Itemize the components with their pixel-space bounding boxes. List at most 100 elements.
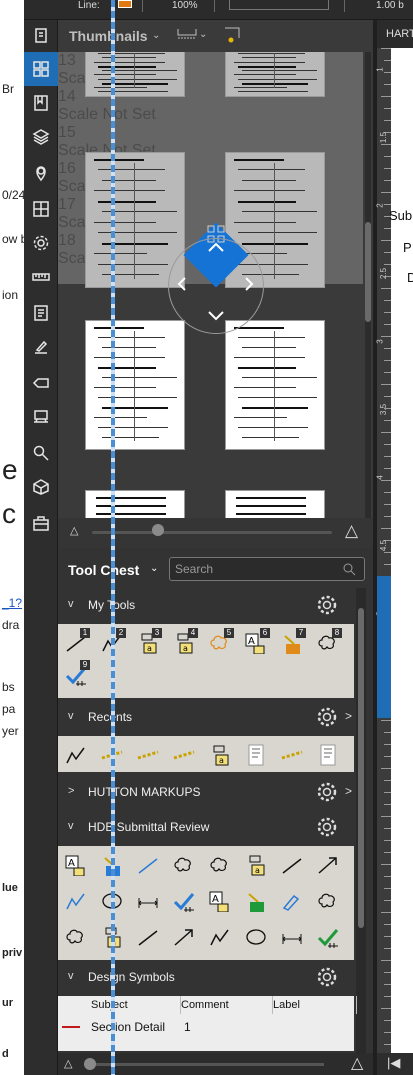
hdb-tool-8[interactable] <box>314 850 342 878</box>
bookmarks-icon[interactable] <box>30 92 52 114</box>
markups-list-icon[interactable] <box>30 302 52 324</box>
3d-shape-icon[interactable] <box>30 476 52 498</box>
chevron-down-icon[interactable]: ⌄ <box>150 563 158 574</box>
large-size-icon[interactable]: △ <box>345 521 358 541</box>
page-size-icon[interactable] <box>177 27 197 41</box>
hdb-tool-9[interactable] <box>62 886 90 914</box>
settings-gear-icon[interactable] <box>30 232 52 254</box>
large-size-icon[interactable]: △ <box>351 1053 363 1073</box>
stamp-icon[interactable] <box>30 406 52 428</box>
recent-tool-8[interactable] <box>314 740 342 768</box>
hdb-tool-24[interactable] <box>314 922 342 950</box>
line-style-select[interactable] <box>229 0 329 10</box>
gear-icon[interactable] <box>316 816 338 838</box>
section-design-symbols[interactable]: v Design Symbols <box>58 962 356 992</box>
table-cell-subject[interactable]: Section Detail <box>91 1018 165 1036</box>
my-tool-3[interactable]: a3 <box>134 628 162 656</box>
small-size-icon[interactable]: △ <box>70 524 78 537</box>
gear-icon[interactable] <box>316 706 338 728</box>
section-recents[interactable]: vRecents> <box>58 702 356 732</box>
my-tool-5[interactable]: 5 <box>206 628 234 656</box>
new-page-icon[interactable] <box>223 26 241 44</box>
measurement-ruler-icon[interactable] <box>30 266 52 288</box>
hdb-tool-7[interactable] <box>278 850 306 878</box>
location-icon[interactable] <box>30 162 52 184</box>
chevron-down-icon[interactable]: v <box>68 598 74 610</box>
thumbnails-scrollbar[interactable] <box>365 52 371 522</box>
tool-chest-title[interactable]: Tool Chest <box>68 562 139 578</box>
document-compare-icon[interactable] <box>30 198 52 220</box>
hdb-tool-17[interactable] <box>62 922 90 950</box>
chevron-down-icon[interactable]: v <box>68 710 74 722</box>
chevron-left-icon[interactable] <box>175 275 189 293</box>
scrollbar-thumb[interactable] <box>358 608 364 928</box>
section-hutton-markups[interactable]: > HUTTON MARKUPS > <box>58 777 356 807</box>
search-icon[interactable] <box>30 442 52 464</box>
recent-tool-5[interactable]: a <box>206 740 234 768</box>
zoom-value[interactable]: 100% <box>172 0 198 12</box>
chevron-down-icon[interactable]: ⌄ <box>152 30 160 41</box>
recent-tool-3[interactable] <box>134 740 162 768</box>
hdb-tool-3[interactable] <box>134 850 162 878</box>
tool-chest-scrollbar[interactable] <box>356 588 366 1054</box>
chevron-down-icon[interactable] <box>206 308 226 322</box>
hdb-tool-11[interactable] <box>134 886 162 914</box>
document-canvas[interactable]: Sub P D <box>389 48 413 1053</box>
recent-tool-7[interactable] <box>278 740 306 768</box>
thumbnail-size-slider[interactable] <box>92 531 332 534</box>
search-icon[interactable] <box>342 562 356 576</box>
hdb-tool-15[interactable] <box>278 886 306 914</box>
hdb-tool-14[interactable] <box>242 886 270 914</box>
column-header[interactable]: Label <box>273 996 357 1014</box>
recent-tool-4[interactable] <box>170 740 198 768</box>
document-tab[interactable]: HART <box>377 20 413 48</box>
gear-icon[interactable] <box>316 781 338 803</box>
hdb-tool-13[interactable]: A <box>206 886 234 914</box>
tool-size-slider[interactable] <box>84 1063 324 1066</box>
section-hdb-submittal-review[interactable]: v HDB Submittal Review <box>58 812 356 842</box>
chevron-right-icon[interactable] <box>242 275 256 293</box>
hdb-tool-16[interactable] <box>314 886 342 914</box>
thumbnails-icon[interactable] <box>24 52 58 86</box>
layers-icon[interactable] <box>30 126 52 148</box>
tool-search-input[interactable] <box>175 561 335 577</box>
my-tool-6[interactable]: A6 <box>242 628 270 656</box>
hdb-tool-1[interactable]: A <box>62 850 90 878</box>
hdb-tool-5[interactable] <box>206 850 234 878</box>
toolbox-icon[interactable] <box>30 512 52 534</box>
clipboard-icon[interactable] <box>30 24 52 46</box>
column-header[interactable]: Comment <box>181 996 273 1014</box>
slider-knob[interactable] <box>152 524 164 536</box>
small-size-icon[interactable]: △ <box>64 1057 72 1070</box>
scrollbar-thumb[interactable] <box>365 222 371 322</box>
recent-tool-6[interactable] <box>242 740 270 768</box>
my-tool-4[interactable]: a4 <box>170 628 198 656</box>
hdb-tool-4[interactable] <box>170 850 198 878</box>
my-tool-8[interactable]: 8 <box>314 628 342 656</box>
section-my-tools[interactable]: v My Tools <box>58 590 356 620</box>
my-tool-7[interactable]: 7 <box>278 628 306 656</box>
hdb-tool-22[interactable] <box>242 922 270 950</box>
hdb-tool-20[interactable] <box>170 922 198 950</box>
chevron-right-icon[interactable]: > <box>345 709 352 723</box>
my-tool-9[interactable]: 9 <box>62 660 90 688</box>
first-page-icon[interactable]: |◀ <box>387 1055 400 1071</box>
chevron-right-icon[interactable]: > <box>345 784 352 798</box>
hdb-tool-21[interactable] <box>206 922 234 950</box>
my-tool-1[interactable]: 1 <box>62 628 90 656</box>
hdb-tool-19[interactable] <box>134 922 162 950</box>
signature-icon[interactable] <box>30 336 52 358</box>
column-header[interactable]: Subject <box>91 996 181 1014</box>
hdb-tool-23[interactable] <box>278 922 306 950</box>
hdb-tool-6[interactable]: a <box>242 850 270 878</box>
table-cell-comment[interactable]: 1 <box>184 1018 191 1036</box>
slider-knob[interactable] <box>84 1058 96 1070</box>
chevron-down-icon[interactable]: ⌄ <box>199 29 207 40</box>
gear-icon[interactable] <box>316 966 338 988</box>
hdb-tool-12[interactable] <box>170 886 198 914</box>
recent-tool-1[interactable] <box>62 740 90 768</box>
chevron-down-icon[interactable]: v <box>68 970 74 982</box>
thumbnails-title[interactable]: Thumbnails <box>69 28 148 44</box>
gear-icon[interactable] <box>316 594 338 616</box>
width-value[interactable]: 1.00 b <box>376 0 404 12</box>
